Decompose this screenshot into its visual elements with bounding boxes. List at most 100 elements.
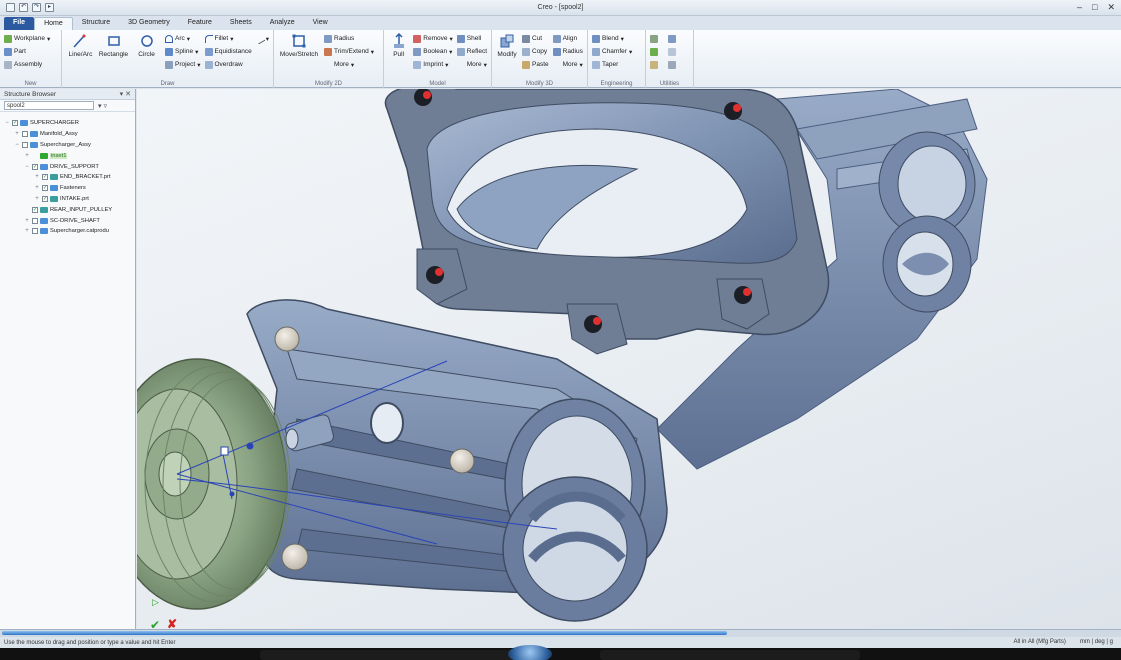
remove-button[interactable]: Remove ▾ bbox=[413, 33, 453, 44]
maximize-icon[interactable]: □ bbox=[1092, 2, 1097, 13]
tab-3d-geometry[interactable]: 3D Geometry bbox=[119, 17, 179, 30]
tree-node[interactable]: + Manifold_Assy bbox=[4, 129, 135, 140]
modify-button[interactable]: Modify bbox=[496, 33, 518, 88]
status-units[interactable]: mm | deg | g bbox=[1080, 639, 1113, 645]
more-model-button[interactable]: More ▾ bbox=[457, 59, 487, 70]
imprint-button[interactable]: Imprint ▾ bbox=[413, 59, 452, 70]
save-icon[interactable] bbox=[6, 3, 15, 12]
visibility-checkbox[interactable]: ✓ bbox=[42, 195, 48, 202]
chamfer-button[interactable]: Chamfer ▾ bbox=[592, 46, 632, 57]
line-style-button[interactable]: ▾ bbox=[254, 33, 269, 44]
status-filter[interactable]: All in All (Mfg Parts) bbox=[1014, 639, 1066, 645]
tree-expander-icon[interactable]: + bbox=[34, 174, 40, 180]
pin-icon[interactable]: ▾ ✕ bbox=[120, 90, 131, 98]
select-icon[interactable]: ▸ bbox=[45, 3, 54, 12]
taper-button[interactable]: Taper bbox=[592, 59, 632, 70]
visibility-checkbox[interactable]: ✓ bbox=[12, 120, 18, 127]
tab-view[interactable]: View bbox=[304, 17, 337, 30]
project-button[interactable]: Project ▾ bbox=[165, 59, 201, 70]
tree-node[interactable]: + inset1 bbox=[4, 150, 135, 161]
close-icon[interactable]: ✕ bbox=[1107, 2, 1115, 13]
undo-icon[interactable]: ↶ bbox=[19, 3, 28, 12]
utility-button-3[interactable] bbox=[650, 59, 676, 70]
tab-sheets[interactable]: Sheets bbox=[221, 17, 261, 30]
tree-node[interactable]: + SC-DRIVE_SHAFT bbox=[4, 215, 135, 226]
more-2d-button[interactable]: More ▾ bbox=[324, 59, 374, 70]
model-scene[interactable] bbox=[137, 89, 1121, 629]
tab-home[interactable]: Home bbox=[34, 17, 73, 30]
visibility-checkbox[interactable] bbox=[22, 141, 28, 148]
part-button[interactable]: Part bbox=[4, 46, 50, 57]
check-icon bbox=[650, 47, 658, 56]
radius-2d-button[interactable]: Radius bbox=[324, 33, 374, 44]
spline-button[interactable]: Spline ▾ bbox=[165, 46, 201, 57]
cancel-x-icon[interactable]: ✘ bbox=[167, 617, 177, 629]
radius-3d-button[interactable]: Radius bbox=[552, 46, 583, 57]
boolean-button[interactable]: Boolean ▾ bbox=[413, 46, 452, 57]
line-arc-button[interactable]: Line/Arc bbox=[66, 33, 95, 88]
tree-node[interactable]: ✓ REAR_INPUT_PULLEY bbox=[4, 204, 135, 215]
tree-node[interactable]: + ✓ END_BRACKET.prt bbox=[4, 172, 135, 183]
blend-button[interactable]: Blend ▾ bbox=[592, 33, 632, 44]
tree-expander-icon[interactable]: − bbox=[14, 142, 20, 148]
cut-button[interactable]: Cut bbox=[522, 33, 549, 44]
visibility-checkbox[interactable]: ✓ bbox=[42, 174, 48, 181]
tab-structure[interactable]: Structure bbox=[73, 17, 119, 30]
tree-expander-icon[interactable]: + bbox=[24, 153, 30, 159]
tree-node[interactable]: + Supercharger.catprodu bbox=[4, 226, 135, 237]
visibility-checkbox[interactable] bbox=[32, 228, 38, 235]
tree-node[interactable]: − ✓ SUPERCHARGER bbox=[4, 118, 135, 129]
workplane-button[interactable]: Workplane ▾ bbox=[4, 33, 50, 44]
assembly-button[interactable]: Assembly bbox=[4, 59, 50, 70]
more-3d-button[interactable]: More ▾ bbox=[553, 59, 583, 70]
circle-button[interactable]: Circle bbox=[132, 33, 161, 88]
utility-button-1[interactable] bbox=[650, 33, 676, 44]
align-button[interactable]: Align bbox=[552, 33, 583, 44]
filter-icon[interactable]: ▾ ▿ bbox=[98, 102, 107, 110]
visibility-checkbox[interactable]: ✓ bbox=[32, 206, 38, 213]
accept-checkmark-icon[interactable]: ✔ bbox=[150, 618, 160, 629]
minimize-icon[interactable]: – bbox=[1077, 2, 1082, 13]
part-select[interactable]: spool2 bbox=[4, 101, 94, 110]
tab-feature[interactable]: Feature bbox=[179, 17, 221, 30]
tree-expander-icon[interactable]: + bbox=[24, 228, 30, 234]
equidistance-button[interactable]: Equidistance bbox=[204, 46, 252, 57]
reflect-button[interactable]: Reflect bbox=[456, 46, 487, 57]
tree-node[interactable]: − Supercharger_Assy bbox=[4, 140, 135, 151]
group-label-modify-3d: Modify 3D bbox=[525, 81, 553, 87]
tree-node[interactable]: − ✓ DRIVE_SUPPORT bbox=[4, 161, 135, 172]
tree-expander-icon[interactable]: + bbox=[24, 218, 30, 224]
tree-expander-icon[interactable]: − bbox=[24, 164, 30, 170]
arc-button[interactable]: Arc ▾ bbox=[165, 33, 201, 44]
tab-analyze[interactable]: Analyze bbox=[261, 17, 304, 30]
tree-expander-icon[interactable]: + bbox=[34, 196, 40, 202]
trim-extend-button[interactable]: Trim/Extend ▾ bbox=[324, 46, 374, 57]
tree-expander-icon[interactable]: + bbox=[14, 131, 20, 137]
paste-button[interactable]: Paste bbox=[522, 59, 549, 70]
tree-node[interactable]: + ✓ Fasteners bbox=[4, 183, 135, 194]
tab-file[interactable]: File bbox=[4, 17, 35, 30]
play-icon[interactable]: ▷ bbox=[152, 597, 159, 608]
3d-viewport[interactable]: ✔ ✘ bbox=[137, 89, 1121, 629]
visibility-checkbox[interactable]: ✓ bbox=[42, 185, 48, 192]
shell-button[interactable]: Shell bbox=[456, 33, 487, 44]
tree-expander-icon[interactable]: + bbox=[34, 185, 40, 191]
visibility-checkbox[interactable] bbox=[32, 217, 38, 224]
intake-manifold-flange[interactable] bbox=[384, 89, 830, 355]
visibility-checkbox[interactable] bbox=[22, 131, 28, 138]
front-idler-spool[interactable] bbox=[502, 398, 648, 622]
tree-expander-icon[interactable]: − bbox=[4, 120, 10, 126]
copy-button[interactable]: Copy bbox=[522, 46, 549, 57]
group-label-model: Model bbox=[429, 81, 446, 87]
fillet-button[interactable]: Fillet ▾ bbox=[204, 33, 252, 44]
taskbar-frame-left bbox=[260, 650, 520, 660]
visibility-checkbox[interactable]: ✓ bbox=[32, 163, 38, 170]
pull-button[interactable]: Pull bbox=[388, 33, 409, 88]
tree-node[interactable]: + ✓ INTAKE.prt bbox=[4, 194, 135, 205]
move-stretch-button[interactable]: Move/Stretch bbox=[278, 33, 320, 88]
utility-button-2[interactable] bbox=[650, 46, 676, 57]
redo-icon[interactable]: ↷ bbox=[32, 3, 41, 12]
start-orb-icon[interactable] bbox=[508, 645, 552, 660]
rectangle-button[interactable]: Rectangle bbox=[99, 33, 128, 88]
overdraw-button[interactable]: Overdraw bbox=[204, 59, 252, 70]
